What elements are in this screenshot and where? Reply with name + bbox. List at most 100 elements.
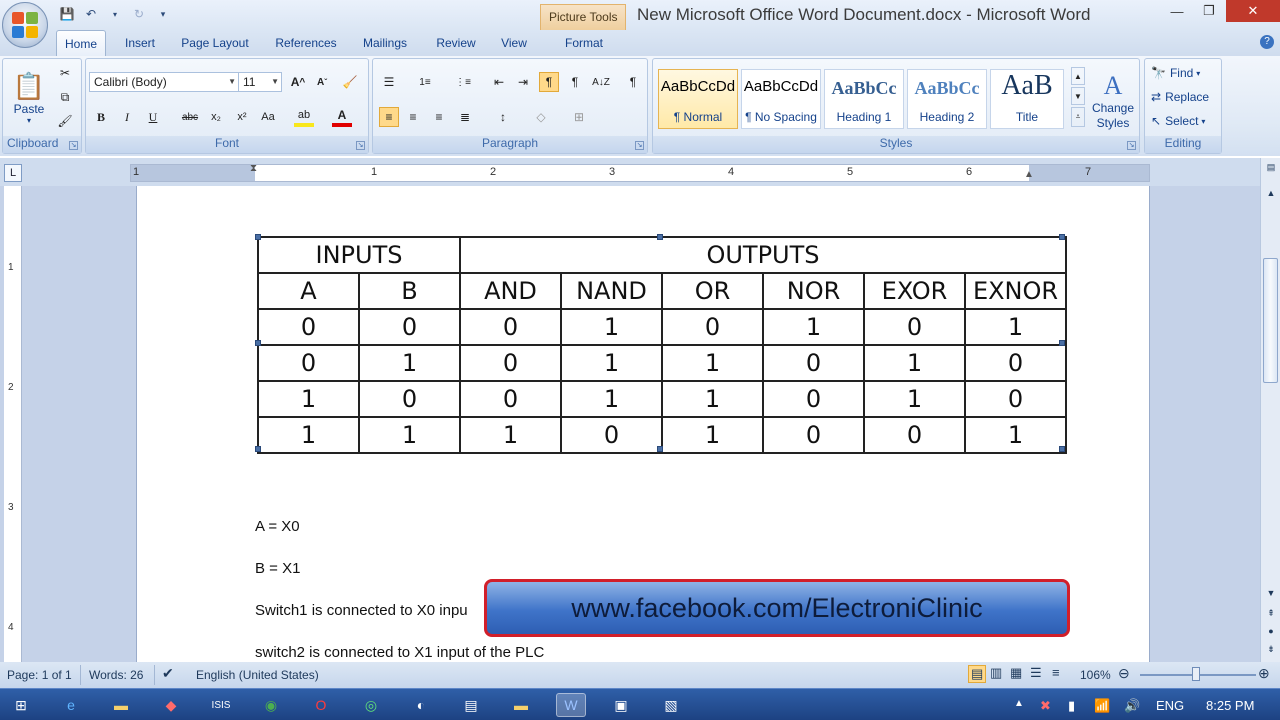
folder-icon[interactable]: ▬ (506, 693, 536, 717)
plc-software-icon[interactable]: ▣ (606, 693, 636, 717)
office-button[interactable] (2, 2, 48, 48)
opera-icon[interactable]: O (306, 693, 336, 717)
scroll-up-icon[interactable]: ▲ (1264, 188, 1278, 202)
app-icon[interactable]: ◆ (156, 693, 186, 717)
tab-references[interactable]: References (270, 30, 342, 56)
align-left-icon[interactable]: ≡ (379, 107, 399, 127)
doc-line[interactable]: B = X1 (255, 560, 300, 577)
change-styles-button[interactable]: A Change Styles (1089, 65, 1137, 137)
clock[interactable]: 8:25 PM (1206, 698, 1254, 713)
paste-button[interactable]: 📋 Paste ▾ (7, 63, 51, 133)
zoom-in-icon[interactable]: ⊕ (1258, 665, 1270, 682)
media-icon[interactable]: ◐ (406, 693, 436, 717)
network-icon[interactable]: 📶 (1094, 698, 1110, 714)
horizontal-ruler[interactable]: 1 1 2 3 4 5 6 7 ⧗ ▲ (130, 163, 1150, 182)
font-launcher-icon[interactable]: ↘ (356, 141, 365, 150)
decrease-indent-icon[interactable]: ⇤ (489, 72, 509, 92)
style-title[interactable]: AaB Title (990, 69, 1064, 129)
shading-icon[interactable]: ◇ (531, 107, 551, 127)
zoom-out-icon[interactable]: ⊖ (1118, 665, 1130, 682)
start-button-icon[interactable]: ⊞ (6, 693, 36, 717)
language-indicator[interactable]: English (United States) (196, 668, 319, 682)
tab-view[interactable]: View (496, 30, 532, 56)
scrollbar-thumb[interactable] (1263, 258, 1278, 383)
superscript-button[interactable]: x² (232, 107, 252, 127)
grow-font-icon[interactable]: A ^ (288, 72, 308, 92)
justify-icon[interactable]: ≣ (455, 107, 475, 127)
italic-button[interactable]: I (117, 107, 137, 127)
zoom-level[interactable]: 106% (1080, 668, 1111, 682)
save-icon[interactable]: 💾 (58, 5, 76, 23)
redo-icon[interactable]: ↻ (130, 5, 148, 23)
bold-button[interactable]: B (91, 107, 111, 127)
resize-handle[interactable] (657, 234, 663, 240)
whatsapp-icon[interactable]: ◎ (356, 693, 386, 717)
show-hide-icon[interactable]: ¶ (623, 72, 643, 92)
resize-handle[interactable] (1059, 340, 1065, 346)
resize-handle[interactable] (1059, 234, 1065, 240)
tab-insert[interactable]: Insert (118, 30, 162, 56)
internet-explorer-icon[interactable]: e (56, 693, 86, 717)
scroll-down-icon[interactable]: ▼ (1264, 588, 1278, 602)
multilevel-list-icon[interactable]: ⋮≡ (453, 72, 473, 92)
battery-icon[interactable]: ▮ (1068, 698, 1075, 714)
sort-icon[interactable]: A↓Z (591, 72, 611, 92)
copy-icon[interactable]: ⧉ (55, 87, 75, 107)
line-spacing-icon[interactable]: ↕ (493, 107, 513, 127)
print-layout-icon[interactable]: ▤ (968, 665, 987, 683)
resize-handle[interactable] (255, 446, 261, 452)
page-count[interactable]: Page: 1 of 1 (7, 668, 72, 682)
replace-button[interactable]: ⇄ Replace (1151, 87, 1209, 107)
subscript-button[interactable]: x₂ (206, 107, 226, 127)
cut-icon[interactable]: ✂ (55, 63, 75, 83)
show-hidden-icons-icon[interactable]: ▲ (1014, 698, 1024, 709)
resize-handle[interactable] (255, 340, 261, 346)
isis-icon[interactable]: ISIS (206, 693, 236, 717)
volume-icon[interactable]: 🔊 (1124, 698, 1140, 714)
word-taskbar-icon[interactable]: W (556, 693, 586, 717)
style-normal[interactable]: AaBbCcDd ¶ Normal (658, 69, 738, 129)
numbering-icon[interactable]: 1≡ (415, 72, 435, 92)
security-icon[interactable]: ✖ (1040, 698, 1051, 714)
full-screen-reading-icon[interactable]: ▥ (990, 665, 1002, 681)
styles-scroll-up-icon[interactable]: ▲ (1071, 67, 1085, 85)
vertical-scrollbar[interactable]: ▤ ▲ ▼ ⇞ ● ⇟ (1260, 158, 1280, 662)
style-no-spacing[interactable]: AaBbCcDd ¶ No Spacing (741, 69, 821, 129)
ltr-icon[interactable]: ¶ (539, 72, 559, 92)
rtl-icon[interactable]: ¶ (565, 72, 585, 92)
file-explorer-icon[interactable]: ▬ (106, 693, 136, 717)
clear-formatting-icon[interactable]: 🧹 (340, 72, 360, 92)
customize-qat-icon[interactable]: ▾ (154, 5, 172, 23)
minimize-button[interactable]: — (1162, 0, 1192, 22)
zoom-slider-thumb[interactable] (1192, 667, 1200, 681)
borders-icon[interactable]: ⊞ (569, 107, 589, 127)
font-name-combo[interactable]: Calibri (Body) ▼ (89, 72, 239, 92)
document-app-icon[interactable]: ▤ (456, 693, 486, 717)
strikethrough-button[interactable]: abc (180, 107, 200, 127)
align-right-icon[interactable]: ≡ (429, 107, 449, 127)
format-painter-icon[interactable]: 🖌 (55, 111, 75, 131)
tab-review[interactable]: Review (430, 30, 482, 56)
app2-icon[interactable]: ▧ (656, 693, 686, 717)
increase-indent-icon[interactable]: ⇥ (513, 72, 533, 92)
doc-line[interactable]: A = X0 (255, 518, 300, 535)
outline-icon[interactable]: ☰ (1030, 665, 1042, 681)
find-button[interactable]: 🔭 Find ▾ (1151, 63, 1200, 83)
select-browse-object-icon[interactable]: ● (1264, 626, 1278, 640)
truth-table-image[interactable]: INPUTS OUTPUTS A B AND NAND OR NOR EXOR … (257, 236, 1067, 454)
tab-mailings[interactable]: Mailings (356, 30, 414, 56)
close-button[interactable]: ✕ (1226, 0, 1280, 22)
tab-home[interactable]: Home (56, 30, 106, 56)
styles-scroll-down-icon[interactable]: ▼ (1071, 87, 1085, 105)
resize-handle[interactable] (255, 234, 261, 240)
undo-icon[interactable]: ↶ (82, 5, 100, 23)
restore-button[interactable]: ❐ (1194, 0, 1224, 22)
style-heading-2[interactable]: AaBbCc Heading 2 (907, 69, 987, 129)
doc-line[interactable]: Switch1 is connected to X0 inpu (255, 602, 468, 619)
proofing-icon[interactable]: ✔ (162, 665, 174, 682)
right-indent-marker-icon[interactable]: ▲ (1024, 169, 1034, 180)
undo-dropdown-icon[interactable]: ▾ (106, 5, 124, 23)
draft-icon[interactable]: ≡ (1052, 665, 1060, 680)
paragraph-launcher-icon[interactable]: ↘ (635, 141, 644, 150)
input-language[interactable]: ENG (1156, 698, 1184, 713)
